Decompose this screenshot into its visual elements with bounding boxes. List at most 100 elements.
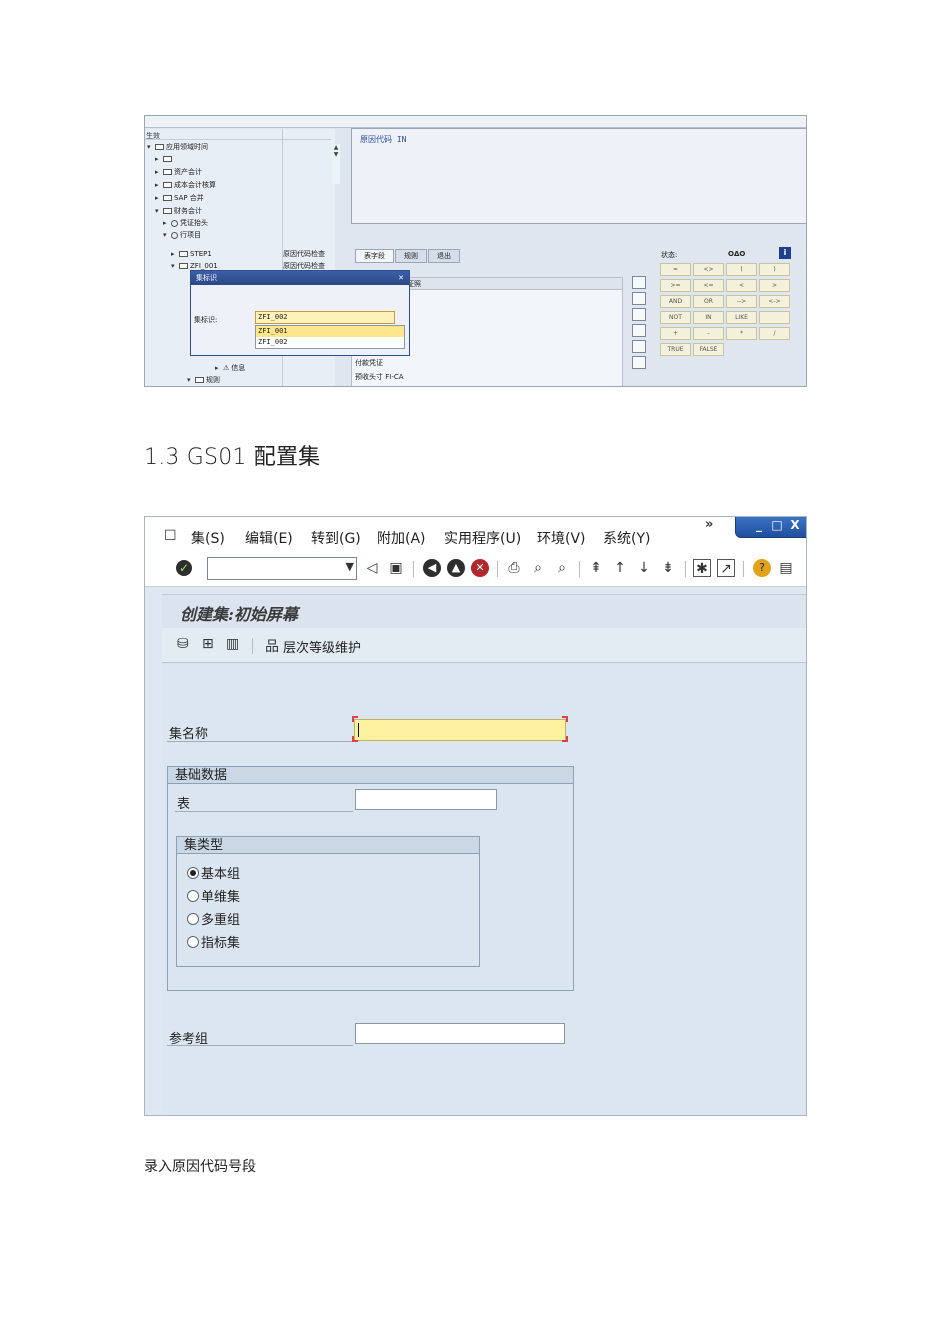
find-next-icon[interactable]: ⌕ xyxy=(553,559,571,577)
set-id-input[interactable]: ZFI_002 xyxy=(255,311,395,324)
tree-item-rules[interactable]: ▾ 规则 xyxy=(187,375,220,385)
expand-triangle-icon[interactable]: ▾ xyxy=(171,261,179,271)
tab-rules[interactable]: 规则 xyxy=(395,249,427,263)
expand-triangle-icon[interactable]: ▾ xyxy=(163,230,171,240)
back-green-icon[interactable]: ◀ xyxy=(423,559,441,577)
hierarchy-maintenance-button[interactable]: 层次等级维护 xyxy=(283,637,361,656)
previous-page-icon[interactable]: ↑ xyxy=(611,559,629,577)
operator-button[interactable]: IN xyxy=(693,311,724,324)
next-page-icon[interactable]: ↓ xyxy=(635,559,653,577)
exit-menu-icon[interactable]: ☐ xyxy=(164,528,177,544)
menu-utilities[interactable]: 实用程序(U) xyxy=(444,528,521,548)
menu-environment[interactable]: 环境(V) xyxy=(537,528,586,548)
first-page-icon[interactable]: ⇞ xyxy=(587,559,605,577)
hierarchy-icon[interactable]: ⊞ xyxy=(202,636,214,652)
enter-check-icon[interactable]: ✓ xyxy=(176,560,192,576)
operator-button[interactable]: NOT xyxy=(660,311,691,324)
radio-button[interactable] xyxy=(187,867,199,879)
operator-button[interactable]: FALSE xyxy=(693,343,724,356)
print-icon[interactable]: ⎙ xyxy=(505,559,523,577)
tab-exits[interactable]: 退出 xyxy=(428,249,460,263)
tree-item[interactable]: ▸ xyxy=(155,154,174,164)
back-triangle-icon[interactable]: ◁ xyxy=(363,559,381,577)
menu-extras[interactable]: 附加(A) xyxy=(377,528,426,548)
expand-triangle-icon[interactable]: ▸ xyxy=(155,167,163,177)
operator-button[interactable]: LIKE xyxy=(726,311,757,324)
tree-item[interactable]: ▸ 成本会计核算 xyxy=(155,180,216,190)
operator-button[interactable]: * xyxy=(726,327,757,340)
operator-button[interactable]: AND xyxy=(660,295,691,308)
tree-item[interactable]: ▸ SAP 合并 xyxy=(155,193,204,203)
operator-button[interactable]: --> xyxy=(726,295,757,308)
back-arrow-icon[interactable] xyxy=(632,356,646,369)
find-next-icon[interactable] xyxy=(632,340,646,353)
operator-button[interactable]: - xyxy=(693,327,724,340)
command-field[interactable]: ▼ xyxy=(207,557,357,580)
hierarchy-maintenance-icon[interactable]: 品 xyxy=(265,636,279,656)
operator-button[interactable]: TRUE xyxy=(660,343,691,356)
tree-scrollbar[interactable]: ▲ ▼ xyxy=(332,144,340,184)
exit-icon[interactable]: ▲ xyxy=(447,559,465,577)
cancel-icon[interactable]: ✕ xyxy=(471,559,489,577)
tree-item-info[interactable]: ▸ ⚠ 信息 xyxy=(215,363,245,373)
reference-group-input[interactable] xyxy=(355,1023,565,1044)
new-session-icon[interactable]: ✱ xyxy=(693,559,711,577)
radio-button[interactable] xyxy=(187,913,199,925)
menu-goto[interactable]: 转到(G) xyxy=(311,528,361,548)
tree-item[interactable]: ▾ 应用领域时间 xyxy=(147,142,208,152)
chevron-down-icon[interactable]: ▼ xyxy=(346,560,354,573)
rule-editor[interactable]: 原因代码 IN xyxy=(351,128,806,224)
help-icon[interactable]: ? xyxy=(753,559,771,577)
save-icon[interactable]: ▣ xyxy=(387,559,405,577)
tab-table-fields[interactable]: 表字段 xyxy=(355,249,394,263)
operator-button[interactable]: > xyxy=(759,279,790,292)
expand-triangle-icon[interactable]: ▾ xyxy=(155,206,163,216)
tree-item[interactable]: ▸ 凭证抬头 xyxy=(163,218,208,228)
dropdown-option[interactable]: ZFI_002 xyxy=(256,337,404,348)
menu-set[interactable]: 集(S) xyxy=(191,528,225,548)
menu-system[interactable]: 系统(Y) xyxy=(603,528,650,548)
shortcut-icon[interactable]: ↗ xyxy=(717,559,735,577)
operator-button[interactable]: <= xyxy=(693,279,724,292)
maximize-icon[interactable]: □ xyxy=(769,517,785,533)
info-icon[interactable]: i xyxy=(779,247,791,259)
operator-button[interactable]: ( xyxy=(726,263,757,276)
more-chevron-icon[interactable]: » xyxy=(705,517,713,532)
find-icon[interactable] xyxy=(632,324,646,337)
table-input[interactable] xyxy=(355,789,497,810)
operator-button[interactable]: >= xyxy=(660,279,691,292)
variants-icon[interactable]: ⛁ xyxy=(177,636,189,652)
expand-triangle-icon[interactable]: ▸ xyxy=(155,154,163,164)
last-page-icon[interactable]: ⇟ xyxy=(659,559,677,577)
tree-item[interactable]: ▾ 财务会计 xyxy=(155,206,202,216)
minimize-icon[interactable]: _ xyxy=(751,517,767,533)
dropdown-option[interactable]: ZFI_001 xyxy=(256,326,404,337)
operator-button[interactable]: ) xyxy=(759,263,790,276)
filter-icon[interactable] xyxy=(632,292,646,305)
expand-triangle-icon[interactable]: ▸ xyxy=(155,180,163,190)
operator-button[interactable]: OR xyxy=(693,295,724,308)
operator-button[interactable]: + xyxy=(660,327,691,340)
expand-triangle-icon[interactable]: ▸ xyxy=(171,249,179,259)
radio-button[interactable] xyxy=(187,890,199,902)
table-icon[interactable]: ▥ xyxy=(226,636,239,652)
expand-triangle-icon[interactable]: ▸ xyxy=(155,193,163,203)
radio-multi-set[interactable]: 多重组 xyxy=(187,909,240,928)
operator-button[interactable]: < xyxy=(726,279,757,292)
operator-button[interactable] xyxy=(759,311,790,324)
close-icon[interactable]: X xyxy=(787,517,803,533)
operator-button[interactable]: = xyxy=(660,263,691,276)
tree-item[interactable]: ▾ 行项目 xyxy=(163,230,201,240)
tree-item[interactable]: ▸ STEP1 xyxy=(171,249,212,259)
set-name-input[interactable] xyxy=(354,719,566,741)
field-row-payment-doc[interactable]: 付款凭证 xyxy=(355,358,383,368)
expand-triangle-icon[interactable]: ▾ xyxy=(147,142,155,152)
radio-single-dim-set[interactable]: 单维集 xyxy=(187,886,240,905)
menu-edit[interactable]: 编辑(E) xyxy=(245,528,293,548)
layout-menu-icon[interactable]: ▤ xyxy=(777,559,795,577)
expand-triangle-icon[interactable]: ▸ xyxy=(163,218,171,228)
edit-icon[interactable] xyxy=(632,308,646,321)
insert-icon[interactable] xyxy=(632,276,646,289)
field-row-fica[interactable]: 预收头寸 FI-CA xyxy=(355,372,404,382)
close-icon[interactable]: ✕ xyxy=(398,271,404,285)
